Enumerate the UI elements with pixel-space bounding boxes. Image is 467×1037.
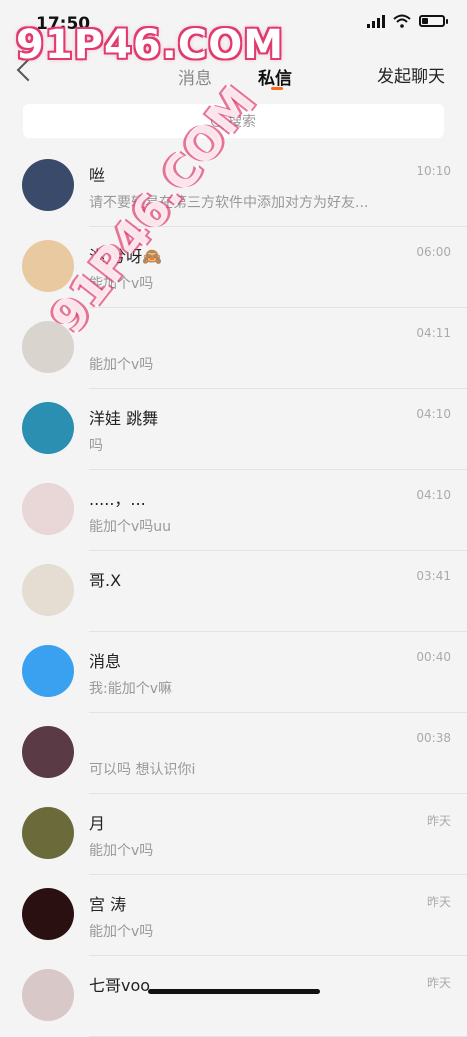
conversation-row[interactable]: 洮 兮呀🙈 能加个v吗 06:00 xyxy=(0,227,467,308)
message-time: 昨天 xyxy=(426,976,451,990)
conversation-name: 七哥voo xyxy=(89,976,151,995)
start-chat-button[interactable]: 发起聊天 xyxy=(377,62,445,87)
avatar[interactable] xyxy=(22,807,74,859)
message-time: 昨天 xyxy=(426,814,451,828)
message-preview: 能加个v吗 xyxy=(89,357,154,373)
message-preview: 吗 xyxy=(89,438,103,454)
conversation-row[interactable]: .....，... 能加个v吗uu 04:10 xyxy=(0,470,467,551)
message-time: 03:41 xyxy=(416,569,451,583)
message-time: 04:10 xyxy=(416,488,451,502)
conversation-name: .....，... xyxy=(89,490,146,509)
message-preview: 请不要轻易在第三方软件中添加对方为好友... xyxy=(89,195,369,211)
signal-icon xyxy=(367,14,385,28)
conversation-name: 洋娃 跳舞 xyxy=(89,409,159,428)
search-icon xyxy=(211,115,222,127)
conversation-name: 哥.X xyxy=(89,571,122,590)
conversation-name: 宫 涛 xyxy=(89,895,127,914)
tab-messages[interactable]: 消息 xyxy=(178,64,212,89)
status-time: 17:50 xyxy=(36,14,91,34)
system-icons xyxy=(367,14,448,28)
message-time: 昨天 xyxy=(426,895,451,909)
back-icon[interactable] xyxy=(16,58,40,82)
avatar[interactable] xyxy=(22,726,74,778)
message-preview: 能加个v吗 xyxy=(89,924,154,940)
conversation-row[interactable]: 洋娃 跳舞吗 04:10 xyxy=(0,389,467,470)
message-time: 00:38 xyxy=(416,731,451,745)
message-preview: 能加个v吗 xyxy=(89,276,154,292)
conversation-row[interactable]: 月能加个v吗 昨天 xyxy=(0,794,467,875)
home-indicator xyxy=(148,989,320,994)
conversation-row[interactable]: 能加个v吗 04:11 xyxy=(0,308,467,389)
avatar[interactable] xyxy=(22,321,74,373)
avatar[interactable] xyxy=(22,564,74,616)
battery-icon xyxy=(419,15,448,27)
conversation-list: 咝请不要轻易在第三方软件中添加对方为好友... 10:10 洮 兮呀🙈 能加个v吗 06… xyxy=(0,146,467,1037)
conversation-row[interactable]: 咝请不要轻易在第三方软件中添加对方为好友... 10:10 xyxy=(0,146,467,227)
avatar[interactable] xyxy=(22,402,74,454)
conversation-row[interactable]: 消息我:能加个v嘛 00:40 xyxy=(0,632,467,713)
message-time: 04:10 xyxy=(416,407,451,421)
avatar[interactable] xyxy=(22,888,74,940)
conversation-name: 洮 兮呀🙈 xyxy=(89,247,163,266)
conversation-row[interactable]: 可以吗 想认识你i 00:38 xyxy=(0,713,467,794)
message-preview: 能加个v吗uu xyxy=(89,519,172,535)
message-time: 06:00 xyxy=(416,245,451,259)
message-preview: 可以吗 想认识你i xyxy=(89,762,196,778)
message-time: 10:10 xyxy=(416,164,451,178)
avatar[interactable] xyxy=(22,483,74,535)
conversation-row[interactable]: 七哥voo 昨天 xyxy=(0,956,467,1037)
top-nav: 消息 私信 发起聊天 xyxy=(0,46,467,96)
search-placeholder: 搜索 xyxy=(228,114,256,130)
avatar[interactable] xyxy=(22,969,74,1021)
message-time: 00:40 xyxy=(416,650,451,664)
avatar[interactable] xyxy=(22,240,74,292)
conversation-name: 月 xyxy=(89,814,106,833)
tab-private-messages[interactable]: 私信 xyxy=(258,64,292,89)
search-input[interactable]: 搜索 xyxy=(23,104,444,138)
conversation-row[interactable]: 哥.X 03:41 xyxy=(0,551,467,632)
status-bar: 17:50 xyxy=(0,0,467,46)
message-preview: 我:能加个v嘛 xyxy=(89,681,173,697)
wifi-icon xyxy=(393,14,411,28)
active-tab-indicator xyxy=(271,87,283,90)
avatar[interactable] xyxy=(22,159,74,211)
avatar[interactable] xyxy=(22,645,74,697)
conversation-row[interactable]: 宫 涛能加个v吗 昨天 xyxy=(0,875,467,956)
message-preview: 能加个v吗 xyxy=(89,843,154,859)
message-time: 04:11 xyxy=(416,326,451,340)
conversation-name: 咝 xyxy=(89,166,106,185)
conversation-name: 消息 xyxy=(89,652,122,671)
